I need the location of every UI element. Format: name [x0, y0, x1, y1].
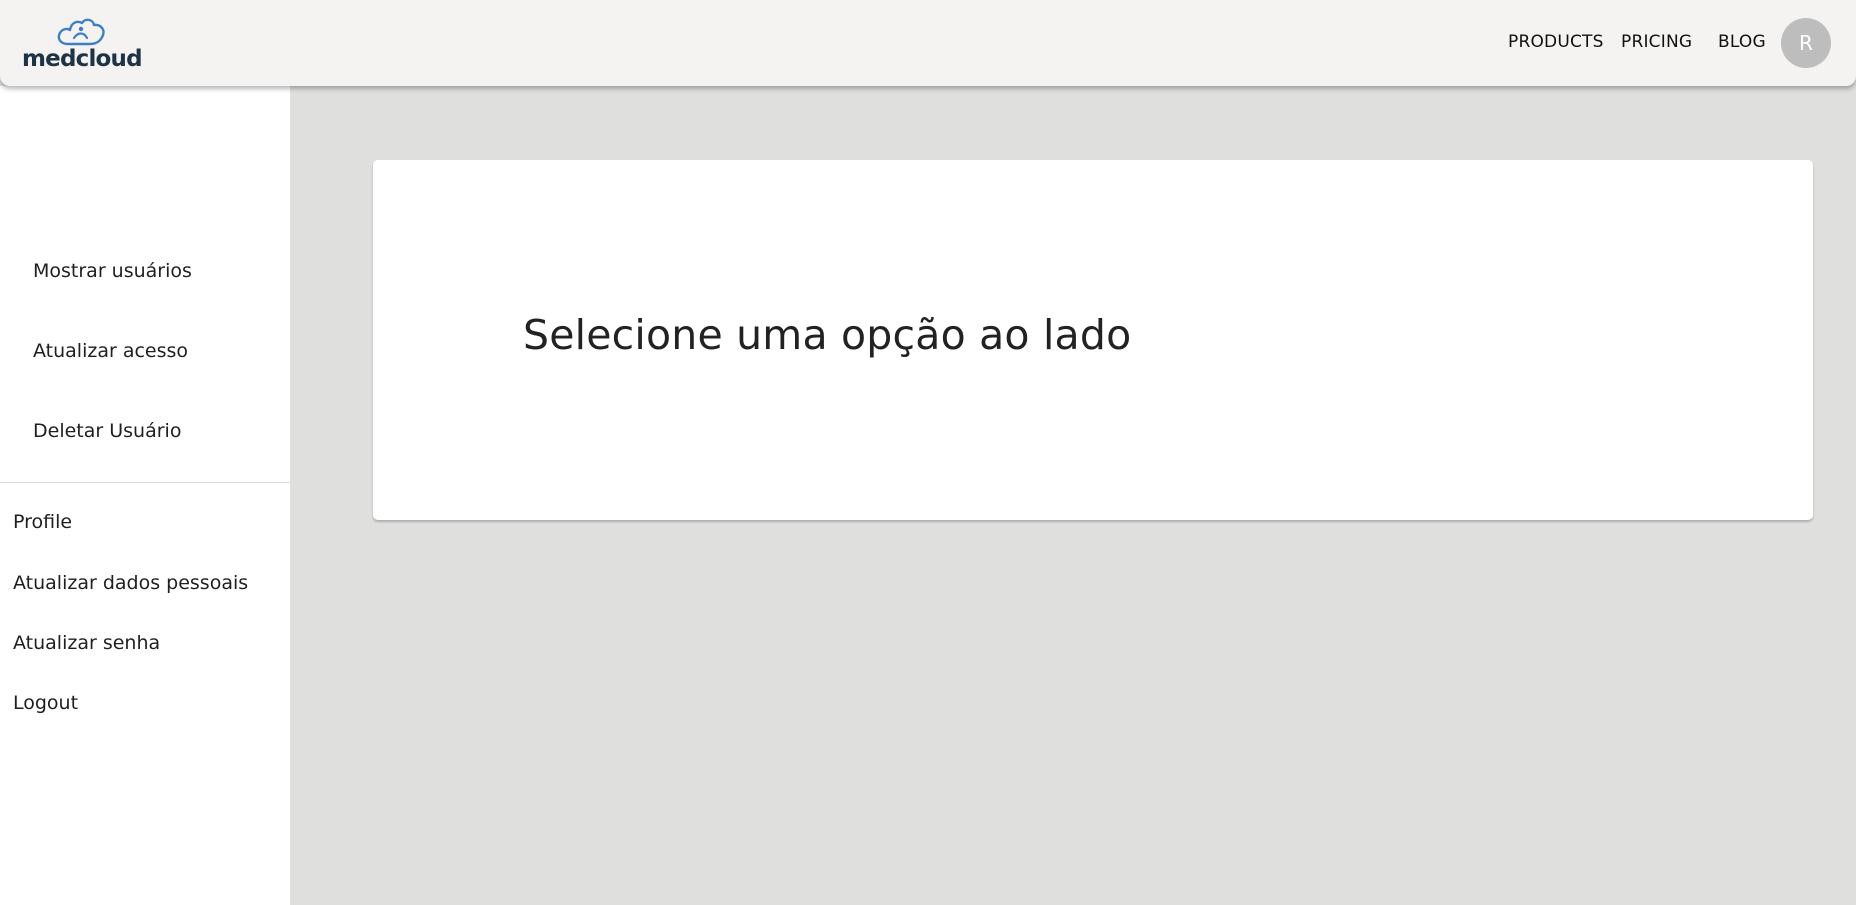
- sidebar-item-atualizar-dados-pessoais[interactable]: Atualizar dados pessoais: [13, 570, 248, 596]
- sidebar-item-atualizar-senha[interactable]: Atualizar senha: [13, 630, 160, 656]
- sidebar-item-profile[interactable]: Profile: [13, 509, 72, 535]
- top-app-bar: medcloud PRODUCTS PRICING BLOG R: [0, 0, 1856, 86]
- sidebar-item-mostrar-usuarios[interactable]: Mostrar usuários: [33, 258, 192, 284]
- sidebar-item-deletar-usuario[interactable]: Deletar Usuário: [33, 418, 181, 444]
- cloud-logo-icon: [57, 18, 105, 46]
- user-avatar[interactable]: R: [1781, 18, 1831, 68]
- nav-link-blog[interactable]: BLOG: [1718, 30, 1766, 54]
- card-title: Selecione uma opção ao lado: [523, 311, 1132, 359]
- sidebar-item-atualizar-acesso[interactable]: Atualizar acesso: [33, 338, 188, 364]
- sidebar-item-logout[interactable]: Logout: [13, 690, 78, 716]
- content-card: Selecione uma opção ao lado: [373, 160, 1813, 520]
- nav-link-products[interactable]: PRODUCTS: [1508, 30, 1604, 54]
- logo-wordmark: medcloud: [22, 46, 143, 72]
- medcloud-logo[interactable]: medcloud: [22, 14, 146, 74]
- nav-link-pricing[interactable]: PRICING: [1621, 30, 1692, 54]
- sidebar-divider: [0, 482, 291, 483]
- sidebar: Mostrar usuários Atualizar acesso Deleta…: [0, 86, 291, 905]
